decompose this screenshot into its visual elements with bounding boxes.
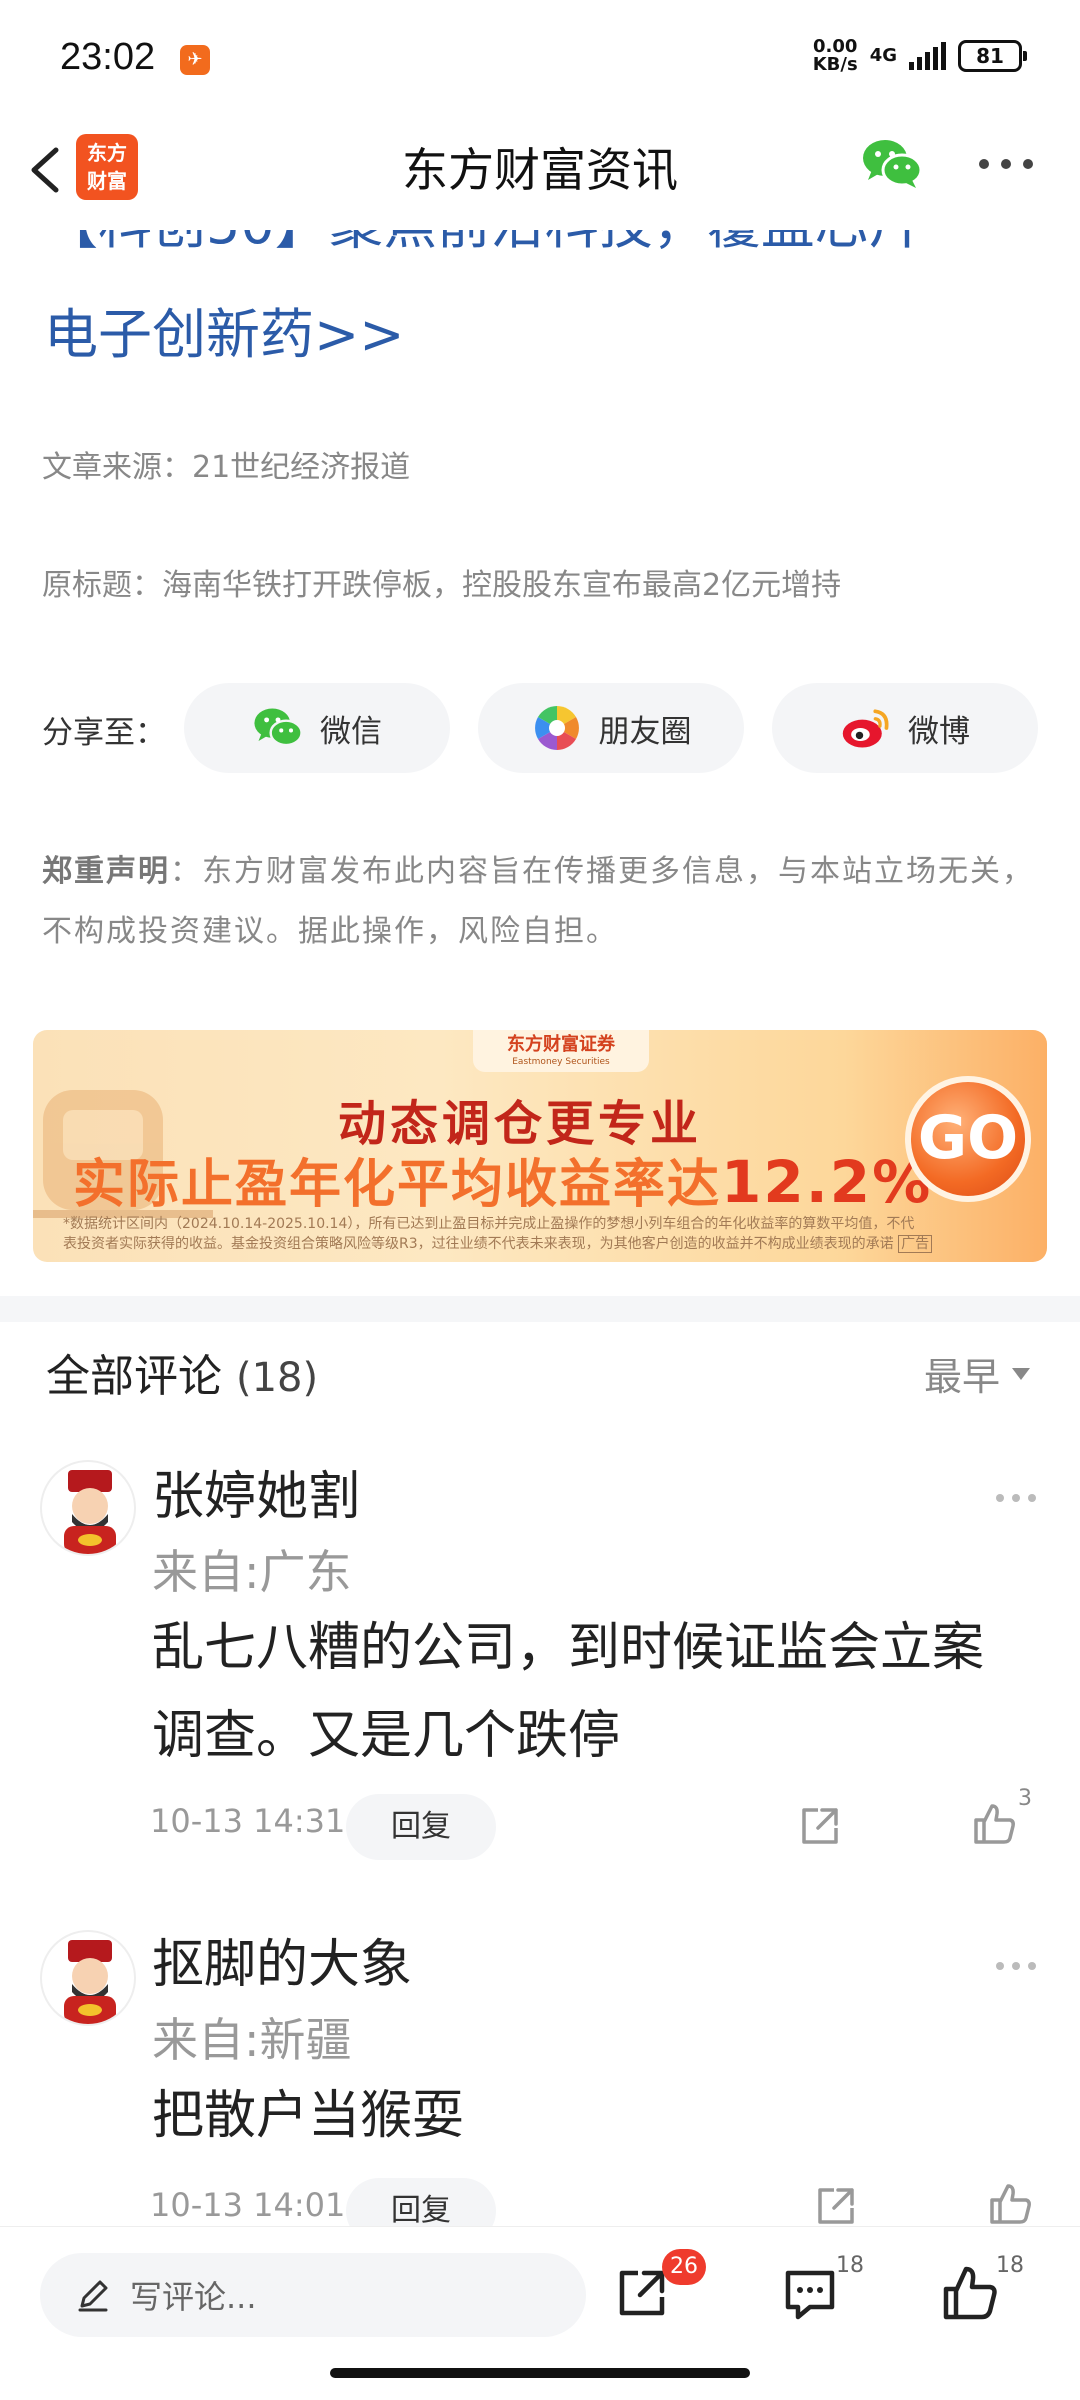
commenter-location: 来自:广东 <box>152 1545 352 1599</box>
network-speed: 0.00 KB/s <box>812 36 858 75</box>
share-button-label: 微信 <box>320 713 382 750</box>
battery-icon: 81 <box>958 40 1027 72</box>
comment-count: 18 <box>836 2253 864 2278</box>
headline-line: 【科创50】聚焦前沿科技，覆盖芯片 <box>44 230 923 259</box>
comment-time: 10-13 14:01 <box>150 2186 346 2224</box>
original-title: 原标题：海南华铁打开跌停板，控股股东宣布最高2亿元增持 <box>42 568 842 603</box>
ad-brand: 东方财富证券 Eastmoney Securities <box>473 1030 649 1072</box>
disclaimer: 郑重声明：东方财富发布此内容旨在传播更多信息，与本站立场无关，不构成投资建议。据… <box>42 842 1042 962</box>
share-button-label: 微博 <box>908 713 970 750</box>
weibo-icon <box>842 709 889 748</box>
share-count-badge: 26 <box>662 2249 706 2285</box>
status-bar: 23:02 ✈ 0.00 KB/s 4G 81 <box>0 0 1080 118</box>
share-moments-button[interactable]: 朋友圈 <box>478 683 744 773</box>
section-divider <box>0 1296 1080 1322</box>
commenter-name[interactable]: 张婷她割 <box>152 1454 360 1529</box>
comments-count: (18) <box>236 1355 319 1401</box>
fortune-god-avatar-icon <box>64 1470 116 1554</box>
disclaimer-text: ：东方财富发布此内容旨在传播更多信息，与本站立场无关，不构成投资建议。据此操作，… <box>42 854 1034 949</box>
commenter-name[interactable]: 抠脚的大象 <box>152 1922 412 1997</box>
ad-fine-print: *数据统计区间内（2024.10.14-2025.10.14），所有已达到止盈目… <box>63 1214 1047 1254</box>
caret-down-icon <box>1012 1367 1031 1380</box>
comment-text[interactable]: 乱七八糟的公司，到时候证监会立案 调查。又是几个跌停 <box>152 1604 1042 1780</box>
share-wechat-button[interactable]: 微信 <box>184 683 450 773</box>
signal-icon <box>909 42 946 70</box>
like-count: 18 <box>996 2253 1024 2278</box>
status-indicators: 0.00 KB/s 4G 81 <box>812 36 1027 75</box>
comment-text[interactable]: 把散户当猴耍 <box>152 2072 1042 2160</box>
commenter-location: 来自:新疆 <box>152 2013 352 2067</box>
ad-subline: 实际止盈年化平均收益率达12.2% <box>73 1148 933 1216</box>
avatar[interactable] <box>40 1930 136 2026</box>
wechat-icon <box>254 708 303 747</box>
avatar[interactable] <box>40 1460 136 1556</box>
comment-more-icon[interactable] <box>994 1492 1038 1504</box>
headline-line: 电子创新药>> <box>44 303 405 366</box>
thumbs-up-icon[interactable] <box>940 2263 1000 2323</box>
article-headline[interactable]: 【科创50】聚焦前沿科技，覆盖芯片 电子创新药>> <box>0 230 1080 370</box>
ad-go-button[interactable]: GO <box>905 1076 1031 1202</box>
notification-app-icon: ✈ <box>180 45 210 75</box>
thumbs-up-icon[interactable] <box>970 1800 1018 1848</box>
fortune-god-avatar-icon <box>64 1940 116 2024</box>
pencil-icon <box>78 2280 108 2312</box>
network-type: 4G <box>869 45 897 66</box>
comment-icon[interactable] <box>780 2263 840 2323</box>
wechat-share-icon[interactable] <box>860 136 924 192</box>
share-icon[interactable] <box>812 2182 860 2230</box>
like-count: 3 <box>1018 1786 1032 1811</box>
thumbs-up-icon[interactable] <box>986 2180 1034 2228</box>
article-source: 文章来源：21世纪经济报道 <box>42 450 411 485</box>
share-button-label: 朋友圈 <box>598 713 692 750</box>
comments-header: 全部评论 (18) <box>46 1351 319 1402</box>
share-icon[interactable] <box>796 1802 844 1850</box>
status-time: 23:02 <box>60 36 156 78</box>
disclaimer-title: 郑重声明 <box>42 854 170 889</box>
ad-banner[interactable]: 东方财富证券 Eastmoney Securities 动态调仓更专业 实际止盈… <box>33 1030 1047 1262</box>
share-label: 分享至： <box>42 715 166 751</box>
reply-button[interactable]: 回复 <box>346 1794 496 1860</box>
share-weibo-button[interactable]: 微博 <box>772 683 1038 773</box>
comment-time: 10-13 14:31 <box>150 1802 346 1840</box>
ad-tag: 广告 <box>898 1235 933 1253</box>
write-comment-input[interactable]: 写评论... <box>40 2253 586 2337</box>
nav-bar: 东方 财富 东方财富资讯 <box>0 118 1080 230</box>
home-indicator[interactable] <box>330 2368 750 2378</box>
moments-icon <box>534 706 579 750</box>
sort-dropdown[interactable]: 最早 <box>924 1346 1031 1401</box>
comment-more-icon[interactable] <box>994 1960 1038 1972</box>
more-options-icon[interactable] <box>978 158 1034 170</box>
comment-placeholder: 写评论... <box>130 2278 257 2316</box>
